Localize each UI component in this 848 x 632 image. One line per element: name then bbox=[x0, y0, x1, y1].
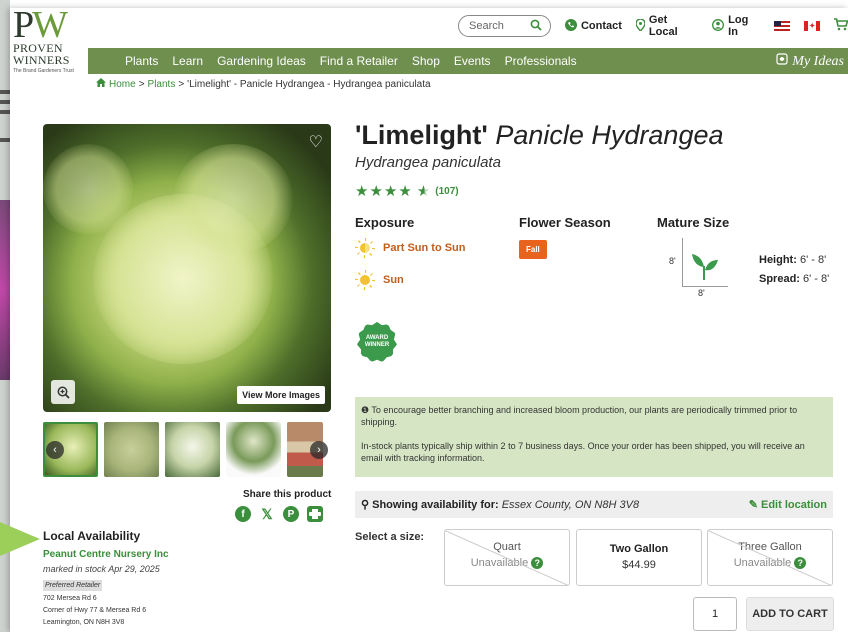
thumbnail-image[interactable] bbox=[104, 422, 159, 477]
retailer-address-line: 702 Mersea Rd 6 bbox=[43, 595, 97, 602]
main-nav: Plants Learn Gardening Ideas Find a Reta… bbox=[88, 48, 848, 74]
help-icon[interactable]: ? bbox=[531, 557, 544, 569]
size-option-quart[interactable]: Quart Unavailable ? bbox=[444, 529, 570, 586]
background-page-peek bbox=[0, 60, 10, 380]
us-flag-icon[interactable] bbox=[774, 21, 791, 31]
share-icons: f 𝕏 P bbox=[235, 506, 323, 522]
search-input[interactable]: Search bbox=[458, 15, 551, 37]
thumbnail-strip bbox=[43, 422, 323, 477]
exposure-label: Exposure bbox=[355, 215, 415, 230]
facebook-icon[interactable]: f bbox=[235, 506, 251, 522]
exposure-item: Part Sun to Sun bbox=[355, 238, 466, 258]
x-icon[interactable]: 𝕏 bbox=[259, 506, 275, 522]
nav-item-professionals[interactable]: Professionals bbox=[505, 54, 577, 68]
part-sun-icon bbox=[355, 238, 375, 258]
edit-icon: ✎ bbox=[748, 499, 758, 511]
info-icon: ❶ bbox=[361, 405, 370, 415]
nav-item-find-a-retailer[interactable]: Find a Retailer bbox=[320, 54, 398, 68]
breadcrumb-plants[interactable]: Plants bbox=[148, 79, 176, 90]
canada-flag-icon[interactable]: ✦ bbox=[804, 21, 821, 31]
product-title: 'Limelight' Panicle Hydrangea bbox=[355, 120, 724, 151]
local-availability: Local Availability Peanut Centre Nursery… bbox=[43, 529, 243, 628]
thumbnail-image[interactable] bbox=[226, 422, 281, 477]
map-pin-icon: ⚲ bbox=[361, 499, 370, 511]
select-size-label: Select a size: bbox=[355, 531, 425, 543]
sun-icon bbox=[355, 270, 375, 290]
thumbnail-image[interactable] bbox=[165, 422, 220, 477]
product-name-cultivar: 'Limelight' bbox=[355, 120, 488, 150]
spread-spec: Spread: 6' - 8' bbox=[759, 273, 830, 285]
heart-icon[interactable]: ♡ bbox=[309, 132, 323, 152]
retailer-address-line: Corner of Hwy 77 & Mersea Rd 6 bbox=[43, 607, 147, 614]
stock-date: marked in stock Apr 29, 2025 bbox=[43, 564, 160, 574]
retailer-name-link[interactable]: Peanut Centre Nursery Inc bbox=[43, 549, 243, 560]
local-availability-heading: Local Availability bbox=[43, 529, 141, 543]
nav-item-shop[interactable]: Shop bbox=[412, 54, 440, 68]
height-spec: Height: 6' - 8' bbox=[759, 254, 827, 266]
utility-bar: Search Contact Get Local Log In ✦ bbox=[458, 14, 848, 38]
size-option-two-gallon[interactable]: Two Gallon $44.99 bbox=[576, 529, 702, 586]
nav-item-events[interactable]: Events bbox=[454, 54, 491, 68]
print-icon[interactable] bbox=[307, 506, 323, 522]
product-main-image[interactable]: ♡ View More Images bbox=[43, 124, 331, 412]
availability-location-bar: ⚲ Showing availability for: Essex County… bbox=[355, 491, 833, 518]
view-more-images-button[interactable]: View More Images bbox=[237, 386, 325, 404]
chevron-left-icon[interactable]: ‹ bbox=[46, 441, 64, 459]
nav-item-gardening-ideas[interactable]: Gardening Ideas bbox=[217, 54, 306, 68]
review-count[interactable]: (107) bbox=[435, 186, 458, 197]
cart-icon[interactable] bbox=[834, 18, 848, 34]
mature-size-diagram: 8' 8' bbox=[668, 236, 748, 302]
mature-size-label: Mature Size bbox=[657, 215, 730, 230]
availability-location: ⚲ Showing availability for: Essex County… bbox=[361, 499, 640, 511]
product-latin-name: Hydrangea paniculata bbox=[355, 154, 501, 171]
plant-icon bbox=[690, 250, 720, 285]
phone-icon bbox=[564, 18, 577, 34]
proven-winners-logo[interactable]: PW PROVEN WINNERS The Brand Gardeners Tr… bbox=[13, 6, 93, 78]
width-mark: 8' bbox=[698, 288, 705, 298]
season-badge-fall: Fall bbox=[519, 240, 547, 259]
chevron-right-icon[interactable]: › bbox=[310, 441, 328, 459]
pinterest-icon[interactable]: P bbox=[283, 506, 299, 522]
nav-item-plants[interactable]: Plants bbox=[125, 54, 158, 68]
share-label: Share this product bbox=[243, 489, 332, 500]
retailer-address-line: Leamington, ON N8H 3V8 bbox=[43, 619, 125, 626]
breadcrumb: Home > Plants > 'Limelight' - Panicle Hy… bbox=[96, 78, 431, 90]
size-option-three-gallon[interactable]: Three Gallon Unavailable ? bbox=[707, 529, 833, 586]
add-to-cart-button[interactable]: ADD TO CART bbox=[746, 597, 834, 631]
contact-link[interactable]: Contact bbox=[564, 18, 622, 34]
half-star-icon: ★ bbox=[416, 183, 432, 200]
breadcrumb-separator: > bbox=[138, 78, 145, 90]
zoom-icon[interactable] bbox=[51, 380, 75, 404]
search-placeholder: Search bbox=[469, 20, 504, 32]
breadcrumb-separator: > bbox=[178, 78, 185, 90]
pointer-arrow bbox=[0, 522, 40, 556]
log-in-link[interactable]: Log In bbox=[712, 14, 760, 38]
star-icon: ★★★★ bbox=[355, 183, 413, 200]
nav-item-learn[interactable]: Learn bbox=[172, 54, 203, 68]
get-local-link[interactable]: Get Local bbox=[635, 14, 698, 38]
breadcrumb-home[interactable]: Home bbox=[109, 79, 136, 90]
exposure-item: Sun bbox=[355, 270, 404, 290]
user-icon bbox=[712, 18, 725, 34]
breadcrumb-current: 'Limelight' - Panicle Hydrangea - Hydran… bbox=[187, 78, 431, 90]
ideas-icon bbox=[776, 53, 788, 70]
product-name-common: Panicle Hydrangea bbox=[495, 120, 724, 150]
edit-location-link[interactable]: ✎ Edit location bbox=[749, 498, 827, 511]
map-pin-icon bbox=[635, 17, 646, 34]
height-mark: 8' bbox=[669, 256, 676, 266]
flower-season-label: Flower Season bbox=[519, 215, 611, 230]
rating-stars[interactable]: ★★★★ ★ (107) bbox=[355, 182, 459, 200]
shipping-notice: ❶ To encourage better branching and incr… bbox=[355, 397, 833, 477]
quantity-input[interactable]: 1 bbox=[693, 597, 737, 631]
my-ideas-link[interactable]: My Ideas bbox=[776, 53, 844, 70]
search-icon[interactable] bbox=[530, 19, 542, 34]
preferred-retailer-badge: Preferred Retailer bbox=[43, 580, 103, 591]
help-icon[interactable]: ? bbox=[794, 557, 807, 569]
home-icon bbox=[96, 78, 106, 90]
